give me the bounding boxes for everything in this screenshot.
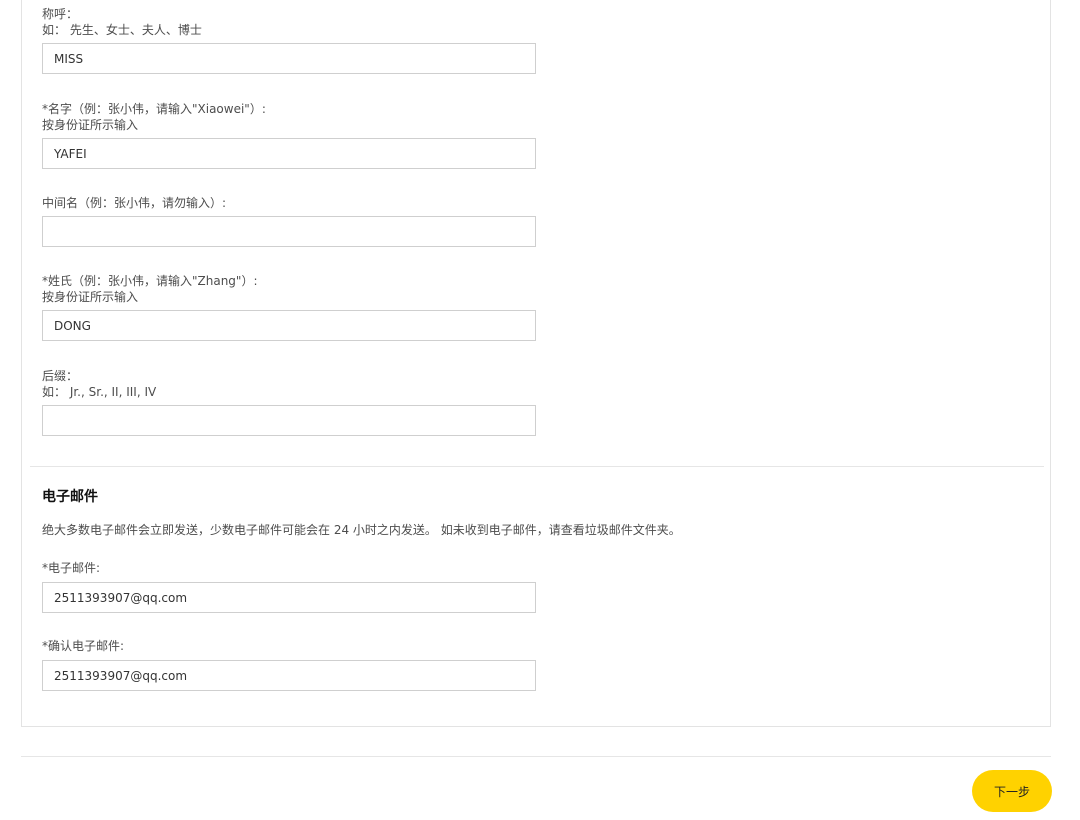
middle-name-input[interactable] <box>42 216 536 247</box>
footer-divider <box>21 756 1051 757</box>
section-divider <box>30 466 1044 467</box>
suffix-hint: 如： Jr., Sr., II, III, IV <box>42 385 157 399</box>
suffix-label: 后缀： <box>42 369 79 383</box>
confirm-email-label: *确认电子邮件: <box>42 639 125 653</box>
first-name-label: *名字（例：张小伟，请输入"Xiaowei"）: <box>42 102 266 116</box>
last-name-hint: 按身份证所示输入 <box>42 290 139 304</box>
email-section-description: 绝大多数电子邮件会立即发送，少数电子邮件可能会在 24 小时之内发送。 如未收到… <box>42 523 681 537</box>
email-label: *电子邮件: <box>42 561 101 575</box>
next-button[interactable]: 下一步 <box>972 770 1052 812</box>
suffix-input[interactable] <box>42 405 536 436</box>
last-name-input[interactable] <box>42 310 536 341</box>
salutation-label: 称呼： <box>42 7 79 21</box>
email-input[interactable] <box>42 582 536 613</box>
last-name-label: *姓氏（例：张小伟，请输入"Zhang"）: <box>42 274 258 288</box>
first-name-input[interactable] <box>42 138 536 169</box>
first-name-hint: 按身份证所示输入 <box>42 118 139 132</box>
salutation-hint: 如： 先生、女士、夫人、博士 <box>42 23 202 37</box>
salutation-input[interactable] <box>42 43 536 74</box>
middle-name-label: 中间名（例：张小伟，请勿输入）: <box>42 196 227 210</box>
email-section-title: 电子邮件 <box>42 489 98 505</box>
confirm-email-input[interactable] <box>42 660 536 691</box>
